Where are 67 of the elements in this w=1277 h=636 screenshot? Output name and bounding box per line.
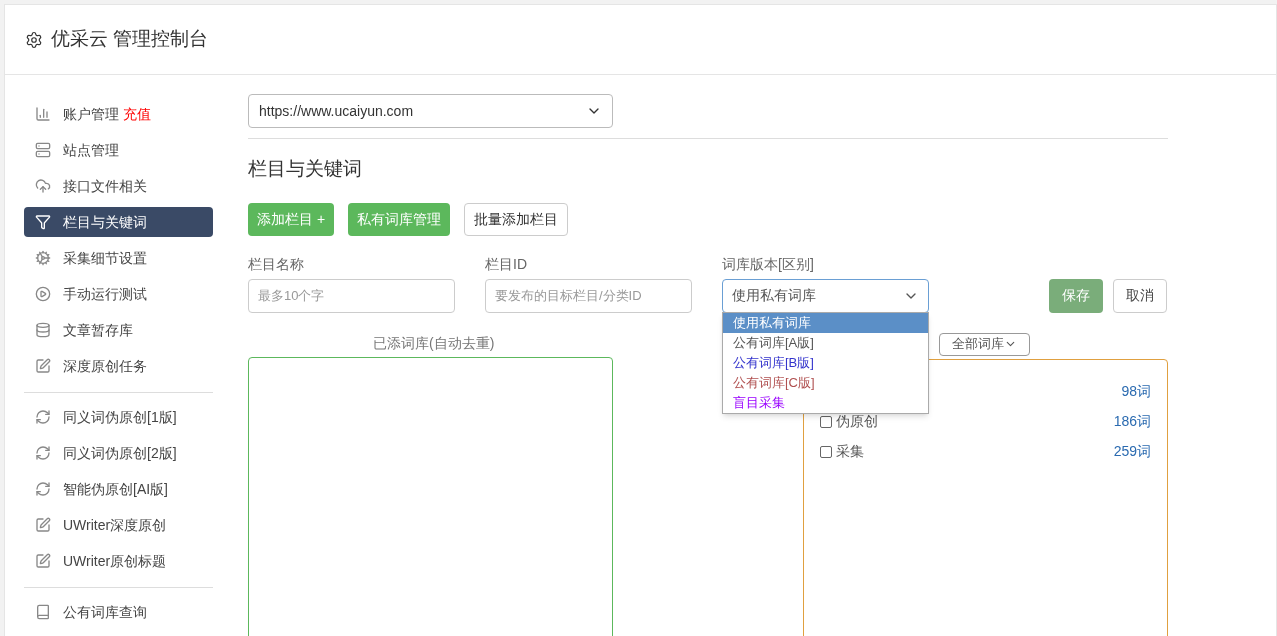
sidebar-item[interactable]: 手动运行测试 xyxy=(24,279,213,309)
word-count: 259词 xyxy=(1113,442,1151,461)
library-checkbox[interactable] xyxy=(820,415,832,428)
sidebar-item[interactable]: UWriter原创标题 xyxy=(24,546,213,576)
sidebar-item[interactable]: 站点管理 xyxy=(24,135,213,165)
bar-chart-icon xyxy=(35,106,51,122)
sidebar-label: 接口文件相关 xyxy=(63,176,147,196)
word-count: 186词 xyxy=(1113,412,1151,431)
sidebar-label: 栏目与关键词 xyxy=(63,212,147,232)
library-label: 采集 xyxy=(836,442,864,461)
dropdown-option[interactable]: 公有词库[B版] xyxy=(723,352,928,373)
sidebar-item[interactable]: 文章暂存库 xyxy=(24,315,213,345)
sidebar-label: 智能伪原创[AI版] xyxy=(63,479,168,499)
filter-select[interactable]: 全部词库 xyxy=(939,332,1030,356)
app-title: 优采云 管理控制台 xyxy=(51,27,209,52)
database-icon xyxy=(35,322,51,338)
added-libraries-label: 已添词库(自动去重) xyxy=(373,333,496,353)
sidebar-label: 同义词伪原创[2版] xyxy=(63,443,177,463)
section-title: 栏目与关键词 xyxy=(248,157,363,181)
library-label: 伪原创 xyxy=(836,412,878,431)
cloud-upload-icon xyxy=(35,178,51,194)
sidebar-item[interactable]: UWriter深度原创 xyxy=(24,510,213,540)
action-button[interactable]: 批量添加栏目 xyxy=(464,202,569,236)
sidebar-label: 同义词伪原创[1版] xyxy=(63,407,177,427)
edit-icon xyxy=(35,517,51,533)
sidebar-item[interactable]: 账户管理 充值 xyxy=(24,99,213,129)
sidebar-item[interactable]: 同义词伪原创[2版] xyxy=(24,438,213,468)
refresh-icon xyxy=(35,481,51,497)
sidebar-item[interactable]: 公有词库查询 xyxy=(24,597,213,627)
sidebar-label: 深度原创任务 xyxy=(63,356,147,376)
sidebar-item[interactable]: 同义词伪原创[1版] xyxy=(24,402,213,432)
cancel-button[interactable]: 取消 xyxy=(1113,278,1167,313)
edit-icon xyxy=(35,553,51,569)
gear-icon xyxy=(35,250,51,266)
sidebar-item[interactable]: 栏目与关键词 xyxy=(24,207,213,237)
sidebar-label: 文章暂存库 xyxy=(63,320,133,340)
library-checkbox[interactable] xyxy=(820,445,832,458)
sidebar-label: 站点管理 xyxy=(63,140,119,160)
field-label: 栏目ID xyxy=(485,254,528,274)
field-label: 词库版本[区别] xyxy=(722,254,815,274)
sidebar-label: 公有词库查询 xyxy=(63,602,147,622)
sidebar-label: 采集细节设置 xyxy=(63,248,147,268)
sidebar-item[interactable]: 接口文件相关 xyxy=(24,171,213,201)
sidebar-item[interactable]: 深度原创任务 xyxy=(24,351,213,381)
sidebar-item[interactable]: 智能伪原创[AI版] xyxy=(24,474,213,504)
site-select[interactable]: https://www.ucaiyun.com xyxy=(248,94,613,128)
sidebar-item[interactable]: 采集细节设置 xyxy=(24,243,213,273)
filter-icon xyxy=(35,214,51,230)
dropdown-option[interactable]: 盲目采集 xyxy=(723,392,928,413)
refresh-icon xyxy=(35,445,51,461)
recharge-link[interactable]: 充值 xyxy=(123,103,151,125)
word-count: 98词 xyxy=(1121,382,1151,401)
sidebar-label: UWriter原创标题 xyxy=(63,551,167,571)
book-icon xyxy=(35,604,51,620)
field-label: 栏目名称 xyxy=(248,254,305,274)
server-icon xyxy=(35,142,51,158)
settings-icon xyxy=(25,30,43,49)
column-name-field[interactable]: 最多10个字 xyxy=(248,278,455,313)
dropdown-option[interactable]: 公有词库[A版] xyxy=(723,332,928,353)
sidebar-label: 手动运行测试 xyxy=(63,284,147,304)
edit-icon xyxy=(35,358,51,374)
sidebar-label: 账户管理 xyxy=(63,104,119,124)
sidebar-label: UWriter深度原创 xyxy=(63,515,167,535)
column-id-field[interactable]: 要发布的目标栏目/分类ID xyxy=(485,278,692,313)
play-icon xyxy=(35,286,51,302)
refresh-icon xyxy=(35,409,51,425)
dropdown-option[interactable]: 公有词库[C版] xyxy=(723,372,928,393)
